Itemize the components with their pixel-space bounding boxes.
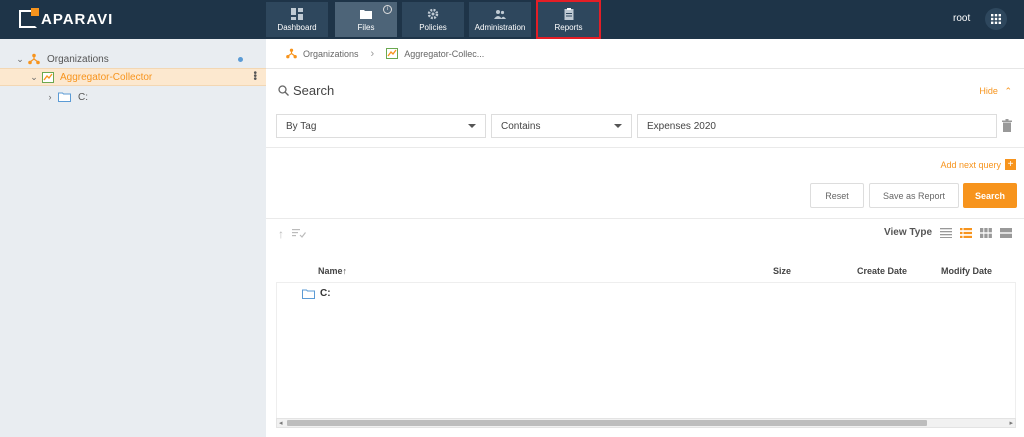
trash-icon[interactable] [1002, 119, 1012, 132]
sort-list-icon[interactable] [292, 227, 306, 239]
hide-label: Hide [979, 86, 998, 96]
operator-select[interactable]: Contains [491, 114, 632, 138]
nav-reports-label: Reports [554, 23, 583, 32]
nav-files-label: Files [357, 23, 375, 32]
search-title: Search [293, 83, 335, 98]
column-header-create-date[interactable]: Create Date [857, 266, 907, 276]
chevron-right-icon[interactable]: › [46, 92, 54, 102]
chevron-up-icon: ⌃ [1004, 86, 1012, 96]
view-type-switcher: View Type [884, 227, 1012, 238]
tree-item-c-drive[interactable]: › C: [0, 88, 266, 106]
reset-button[interactable]: Reset [810, 183, 864, 208]
nav-policies-label: Policies [419, 23, 447, 32]
table-row[interactable]: C: [302, 288, 331, 299]
add-next-query[interactable]: Add next query + [940, 159, 1016, 170]
operator-value: Contains [501, 120, 541, 132]
grid-icon [991, 14, 1001, 24]
field-type-select[interactable]: By Tag [276, 114, 486, 138]
organizations-icon [286, 48, 297, 59]
files-info-badge: i [383, 5, 392, 14]
column-header-name[interactable]: Name↑ [318, 266, 347, 276]
nav-administration-label: Administration [474, 23, 526, 32]
caret-down-icon [468, 124, 476, 128]
aparavi-logo[interactable]: APARAVI [19, 8, 114, 28]
gear-icon [427, 8, 439, 20]
nav-dashboard[interactable]: Dashboard [266, 2, 328, 37]
scroll-left-icon[interactable]: ◂ [279, 419, 283, 427]
search-icon [278, 85, 289, 96]
breadcrumb-item-aggregator[interactable]: Aggregator-Collec... [404, 49, 484, 59]
logo-mark-icon [19, 8, 39, 28]
search-heading: Search [278, 83, 334, 98]
search-value-text: Expenses 2020 [647, 120, 716, 132]
plus-icon: + [1005, 159, 1016, 170]
results-table-header: Name↑ Size Create Date Modify Date [276, 260, 1016, 282]
nav-files[interactable]: i Files [335, 2, 397, 37]
breadcrumb-item-organizations[interactable]: Organizations [303, 49, 359, 59]
folder-icon [360, 10, 372, 19]
users-icon [494, 10, 506, 19]
divider [266, 218, 1024, 219]
results-toolbar: ↑ [278, 227, 306, 241]
view-type-label: View Type [884, 227, 932, 238]
field-type-value: By Tag [286, 120, 317, 132]
column-header-size[interactable]: Size [773, 266, 791, 276]
caret-down-icon [614, 124, 622, 128]
add-next-query-label: Add next query [940, 159, 1001, 170]
column-header-modify-date[interactable]: Modify Date [941, 266, 992, 276]
divider [266, 147, 1024, 148]
more-options-icon[interactable]: • • • [253, 69, 257, 85]
nav-policies[interactable]: Policies [402, 2, 464, 37]
dashboard-icon [291, 8, 303, 20]
results-table: C: [276, 282, 1016, 424]
chevron-down-icon[interactable]: ⌄ [30, 72, 38, 83]
user-name[interactable]: root [953, 13, 970, 24]
tree-item-label: Organizations [47, 53, 109, 65]
apps-menu-button[interactable] [985, 8, 1007, 30]
main-panel: Organizations › Aggregator-Collec... Sea… [266, 39, 1024, 437]
aggregator-icon [386, 48, 399, 59]
clipboard-icon [564, 8, 573, 20]
save-as-report-button[interactable]: Save as Report [869, 183, 959, 208]
row-name: C: [320, 288, 331, 299]
search-value-input[interactable]: Expenses 2020 [637, 114, 997, 138]
folder-icon [302, 289, 315, 299]
folder-icon [58, 92, 71, 102]
hide-search-link[interactable]: Hide ⌃ [979, 86, 1012, 97]
column-name-label: Name [318, 266, 343, 276]
aggregator-icon [42, 71, 54, 83]
tree-item-aggregator-collector[interactable]: ⌄ Aggregator-Collector • • • [0, 68, 266, 86]
scrollbar-thumb[interactable] [287, 420, 927, 426]
nav-reports[interactable]: Reports [536, 0, 601, 39]
organizations-icon [28, 53, 40, 65]
search-button[interactable]: Search [963, 183, 1017, 208]
chevron-down-icon[interactable]: ⌄ [16, 54, 24, 65]
top-bar: APARAVI Dashboard i Files Policies Admin… [0, 0, 1024, 39]
tree-item-label: C: [78, 91, 88, 103]
detail-list-view-icon[interactable] [960, 227, 972, 238]
status-dot [238, 57, 243, 62]
horizontal-scrollbar[interactable]: ◂ ▸ [276, 418, 1016, 428]
sidebar-tree: ⌄ Organizations ⌄ Aggregator-Collector •… [0, 39, 266, 437]
tree-item-organizations[interactable]: ⌄ Organizations [0, 50, 266, 68]
nav-dashboard-label: Dashboard [277, 23, 317, 32]
breadcrumb: Organizations › Aggregator-Collec... [266, 39, 1024, 69]
grid-view-icon[interactable] [980, 227, 992, 238]
tile-view-icon[interactable] [1000, 227, 1012, 238]
tree-item-label: Aggregator-Collector [60, 71, 153, 83]
scroll-right-icon[interactable]: ▸ [1009, 419, 1013, 427]
list-view-icon[interactable] [940, 227, 952, 238]
logo-text: APARAVI [41, 10, 114, 28]
sort-ascending-icon: ↑ [342, 266, 348, 276]
nav-administration[interactable]: Administration [469, 2, 531, 37]
chevron-right-icon: › [370, 47, 375, 60]
arrow-up-icon[interactable]: ↑ [278, 227, 284, 241]
